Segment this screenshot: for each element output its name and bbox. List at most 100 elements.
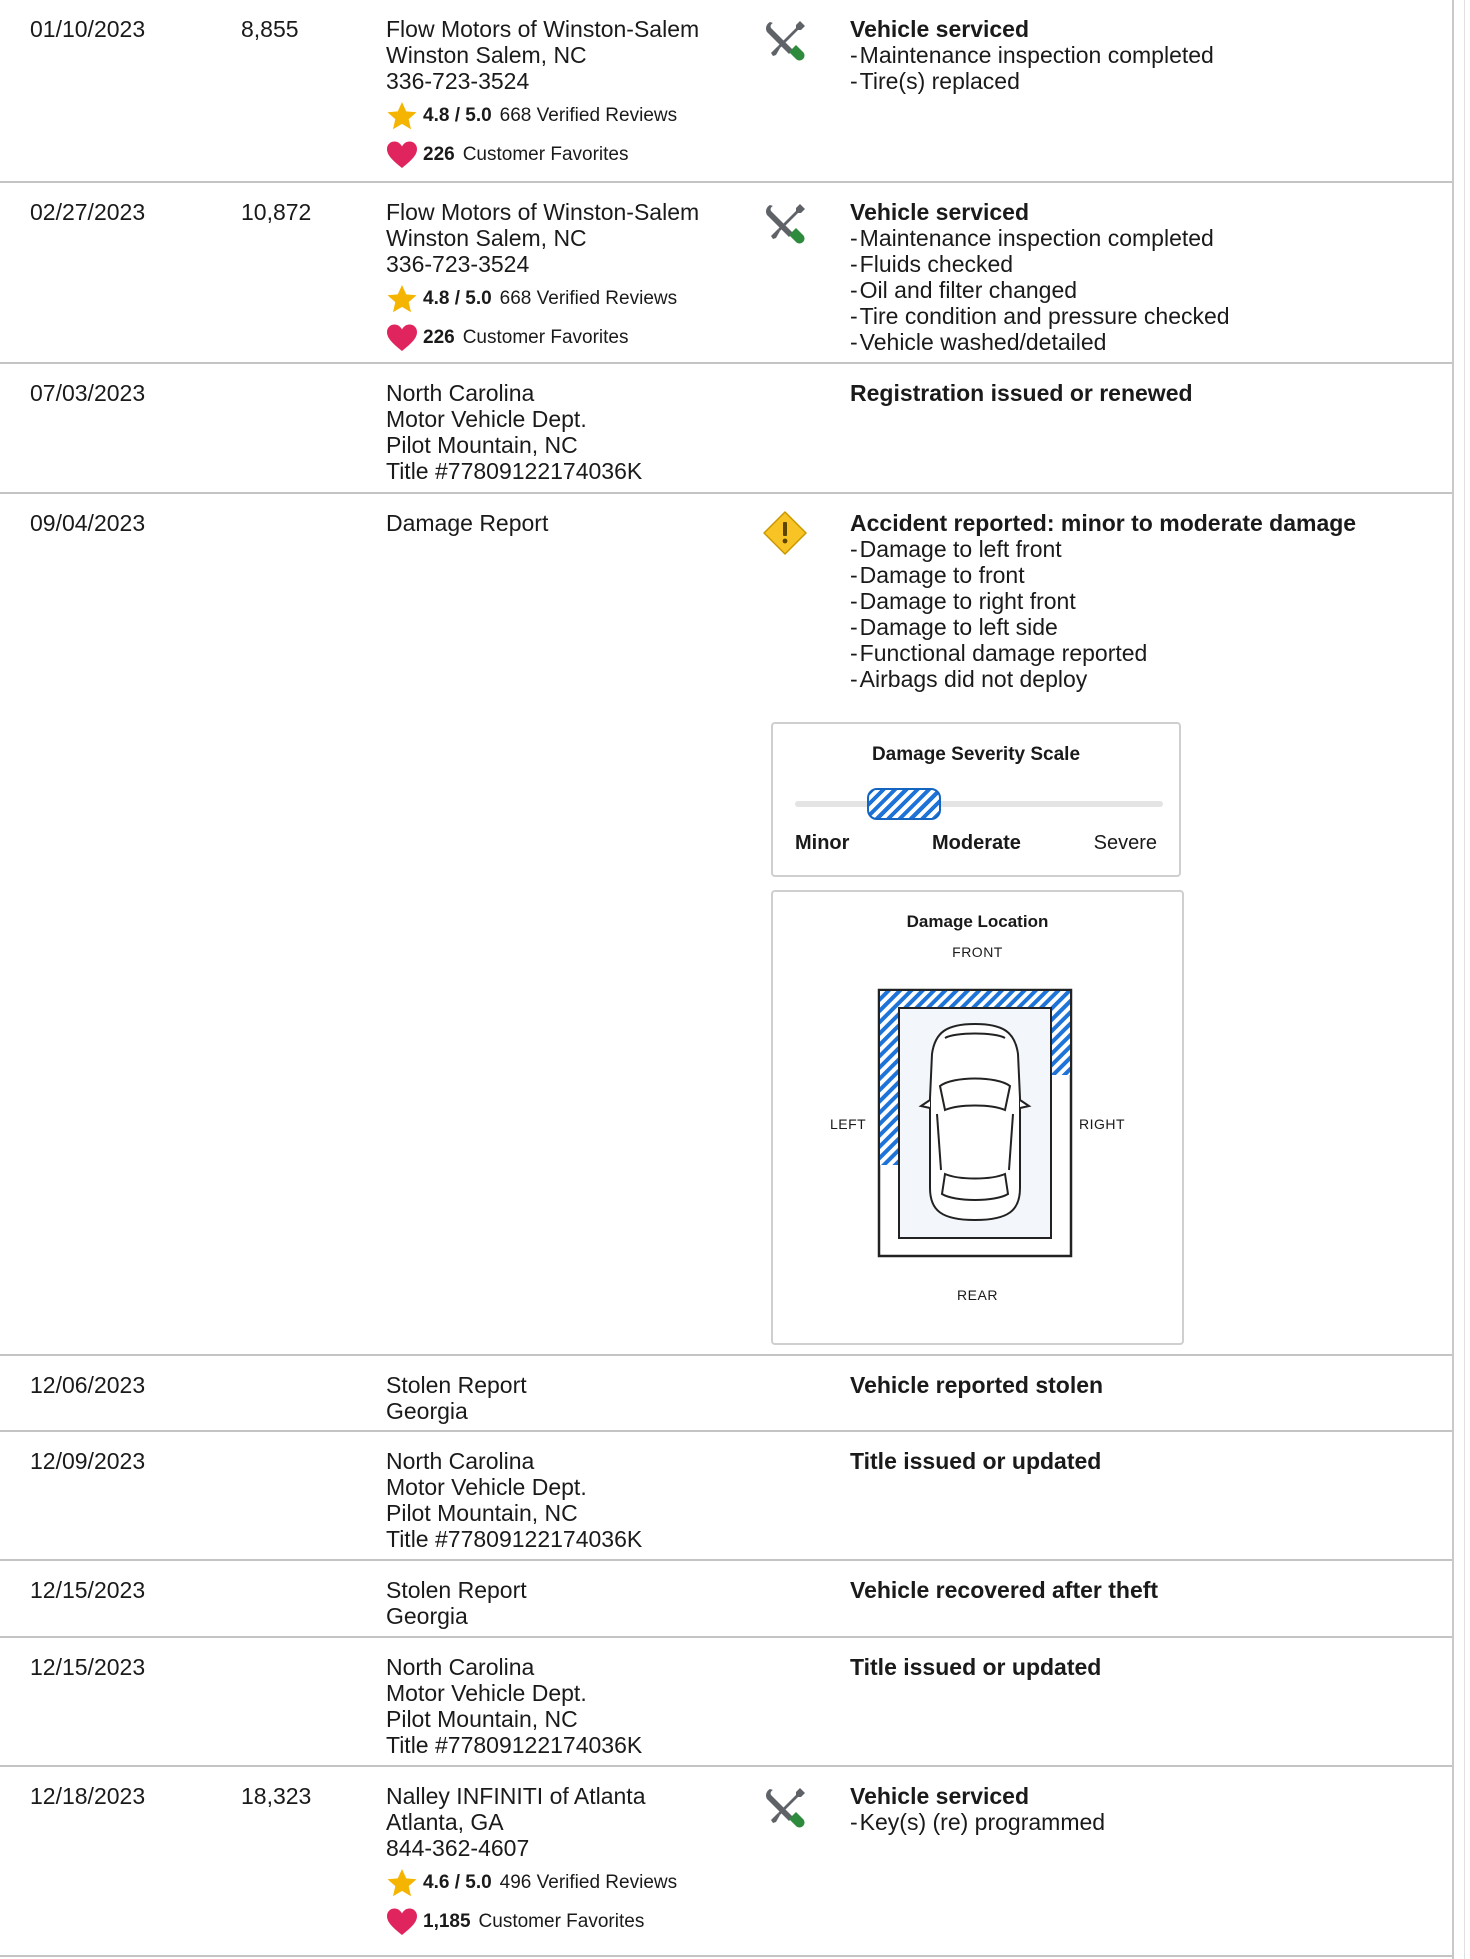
record-source: Nalley INFINITI of Atlanta Atlanta, GA 8…: [386, 1783, 677, 1937]
source-location: Georgia: [386, 1398, 468, 1424]
detail-title: Vehicle serviced: [850, 16, 1030, 42]
detail-item: Maintenance inspection completed: [850, 42, 1214, 68]
favorites-label: Customer Favorites: [478, 1911, 645, 1932]
favorites-count: 226: [423, 327, 455, 348]
detail-item: Damage to right front: [850, 588, 1356, 614]
record-source: North Carolina Motor Vehicle Dept. Pilot…: [386, 380, 642, 484]
heart-icon: [387, 324, 417, 351]
wrench-screwdriver-icon: [766, 21, 805, 61]
table-row: 12/18/2023 18,323 Nalley INFINITI of Atl…: [0, 1767, 1452, 1957]
detail-item: Fluids checked: [850, 251, 1230, 277]
favorites-line: 226 Customer Favorites: [386, 323, 699, 353]
wrench-screwdriver-icon: [766, 204, 805, 244]
record-date: 12/18/2023: [30, 1783, 146, 1809]
record-date: 02/27/2023: [30, 199, 146, 225]
record-details: Title issued or updated: [850, 1654, 1101, 1680]
rating-score: 4.6 / 5.0: [423, 1872, 492, 1893]
rating-reviews[interactable]: 496 Verified Reviews: [500, 1870, 677, 1896]
star-icon: [387, 1869, 417, 1897]
detail-title: Title issued or updated: [850, 1654, 1102, 1680]
label-front: FRONT: [952, 944, 1003, 960]
record-source: North Carolina Motor Vehicle Dept. Pilot…: [386, 1448, 642, 1552]
rating-reviews[interactable]: 668 Verified Reviews: [500, 286, 677, 312]
star-icon: [387, 102, 417, 130]
source-name: North Carolina: [386, 380, 535, 406]
record-odometer: 8,855: [241, 16, 299, 42]
record-date: 12/09/2023: [30, 1448, 146, 1474]
source-location: Pilot Mountain, NC: [386, 1706, 578, 1732]
record-details: Registration issued or renewed: [850, 380, 1193, 406]
car-top-view-icon: [918, 1022, 1032, 1222]
label-rear: REAR: [957, 1287, 998, 1303]
label-right: RIGHT: [1079, 1116, 1126, 1132]
rating-reviews[interactable]: 668 Verified Reviews: [500, 103, 677, 129]
table-row: 02/27/2023 10,872 Flow Motors of Winston…: [0, 183, 1452, 364]
record-details: Vehicle serviced Maintenance inspection …: [850, 16, 1214, 94]
record-details: Vehicle serviced Maintenance inspection …: [850, 199, 1230, 355]
source-name[interactable]: Nalley INFINITI of Atlanta: [386, 1783, 677, 1809]
heart-icon: [387, 1908, 417, 1935]
damage-zone-right-front: [1050, 991, 1070, 1075]
detail-item: Damage to front: [850, 562, 1356, 588]
detail-title: Vehicle serviced: [850, 199, 1030, 225]
favorites-label: Customer Favorites: [462, 144, 629, 165]
table-row: 01/10/2023 8,855 Flow Motors of Winston-…: [0, 0, 1452, 183]
record-source: Flow Motors of Winston-Salem Winston Sal…: [386, 16, 699, 170]
record-source: Damage Report: [386, 510, 548, 536]
source-dept: Motor Vehicle Dept.: [386, 406, 587, 432]
source-name: Damage Report: [386, 510, 549, 536]
source-name[interactable]: Flow Motors of Winston-Salem: [386, 199, 699, 225]
record-date: 12/15/2023: [30, 1577, 146, 1603]
severity-label-moderate: Moderate: [932, 832, 1021, 854]
table-row: 12/15/2023 North Carolina Motor Vehicle …: [0, 1638, 1452, 1767]
source-name[interactable]: Flow Motors of Winston-Salem: [386, 16, 699, 42]
table-row: 12/15/2023 Stolen Report Georgia Vehicle…: [0, 1561, 1452, 1638]
source-dept: Motor Vehicle Dept.: [386, 1474, 587, 1500]
damage-severity-panel: Damage Severity Scale Minor Moderate Sev…: [771, 722, 1181, 877]
detail-item: Tire(s) replaced: [850, 68, 1214, 94]
detail-title: Vehicle serviced: [850, 1783, 1030, 1809]
service-icon-wrap: [762, 1785, 812, 1835]
source-title-number: Title #77809122174036K: [386, 1526, 643, 1552]
detail-item: Damage to left front: [850, 536, 1356, 562]
table-right-border: [1452, 0, 1454, 1959]
star-icon: [387, 285, 417, 313]
table-row: 12/06/2023 Stolen Report Georgia Vehicle…: [0, 1356, 1452, 1432]
record-odometer: 18,323: [241, 1783, 312, 1809]
severity-label-severe: Severe: [1093, 832, 1157, 854]
source-dept: Motor Vehicle Dept.: [386, 1680, 587, 1706]
detail-item: Vehicle washed/detailed: [850, 329, 1230, 355]
rating-line: 4.6 / 5.0 496 Verified Reviews: [386, 1868, 677, 1898]
source-phone[interactable]: 336-723-3524: [386, 251, 699, 277]
source-name: North Carolina: [386, 1654, 535, 1680]
table-row: 12/09/2023 North Carolina Motor Vehicle …: [0, 1432, 1452, 1561]
detail-item: Airbags did not deploy: [850, 666, 1356, 692]
record-date: 12/15/2023: [30, 1654, 146, 1680]
detail-item: Tire condition and pressure checked: [850, 303, 1230, 329]
source-name: North Carolina: [386, 1448, 535, 1474]
source-name: Stolen Report: [386, 1372, 527, 1398]
damage-zone-front: [880, 991, 1070, 1009]
rating-line: 4.8 / 5.0 668 Verified Reviews: [386, 101, 699, 131]
detail-title: Title issued or updated: [850, 1448, 1102, 1474]
record-date: 12/06/2023: [30, 1372, 146, 1398]
damage-zone-left: [880, 991, 900, 1165]
rating-score: 4.8 / 5.0: [423, 288, 492, 309]
source-location: Georgia: [386, 1603, 468, 1629]
source-phone[interactable]: 844-362-4607: [386, 1835, 677, 1861]
damage-location-title: Damage Location: [906, 912, 1049, 931]
source-location: Pilot Mountain, NC: [386, 432, 578, 458]
record-date: 07/03/2023: [30, 380, 146, 406]
source-location: Pilot Mountain, NC: [386, 1500, 578, 1526]
source-phone[interactable]: 336-723-3524: [386, 68, 699, 94]
detail-item: Damage to left side: [850, 614, 1356, 640]
damage-location-panel: Damage Location FRONT REAR LEFT RIGHT: [771, 890, 1184, 1345]
label-left: LEFT: [830, 1116, 867, 1132]
wrench-screwdriver-icon: [766, 1788, 805, 1828]
detail-title: Vehicle reported stolen: [850, 1372, 1104, 1398]
severity-label-minor: Minor: [795, 832, 850, 854]
detail-item: Maintenance inspection completed: [850, 225, 1230, 251]
source-title-number: Title #77809122174036K: [386, 458, 643, 484]
damage-location-diagram: [877, 988, 1073, 1258]
record-source: North Carolina Motor Vehicle Dept. Pilot…: [386, 1654, 642, 1758]
